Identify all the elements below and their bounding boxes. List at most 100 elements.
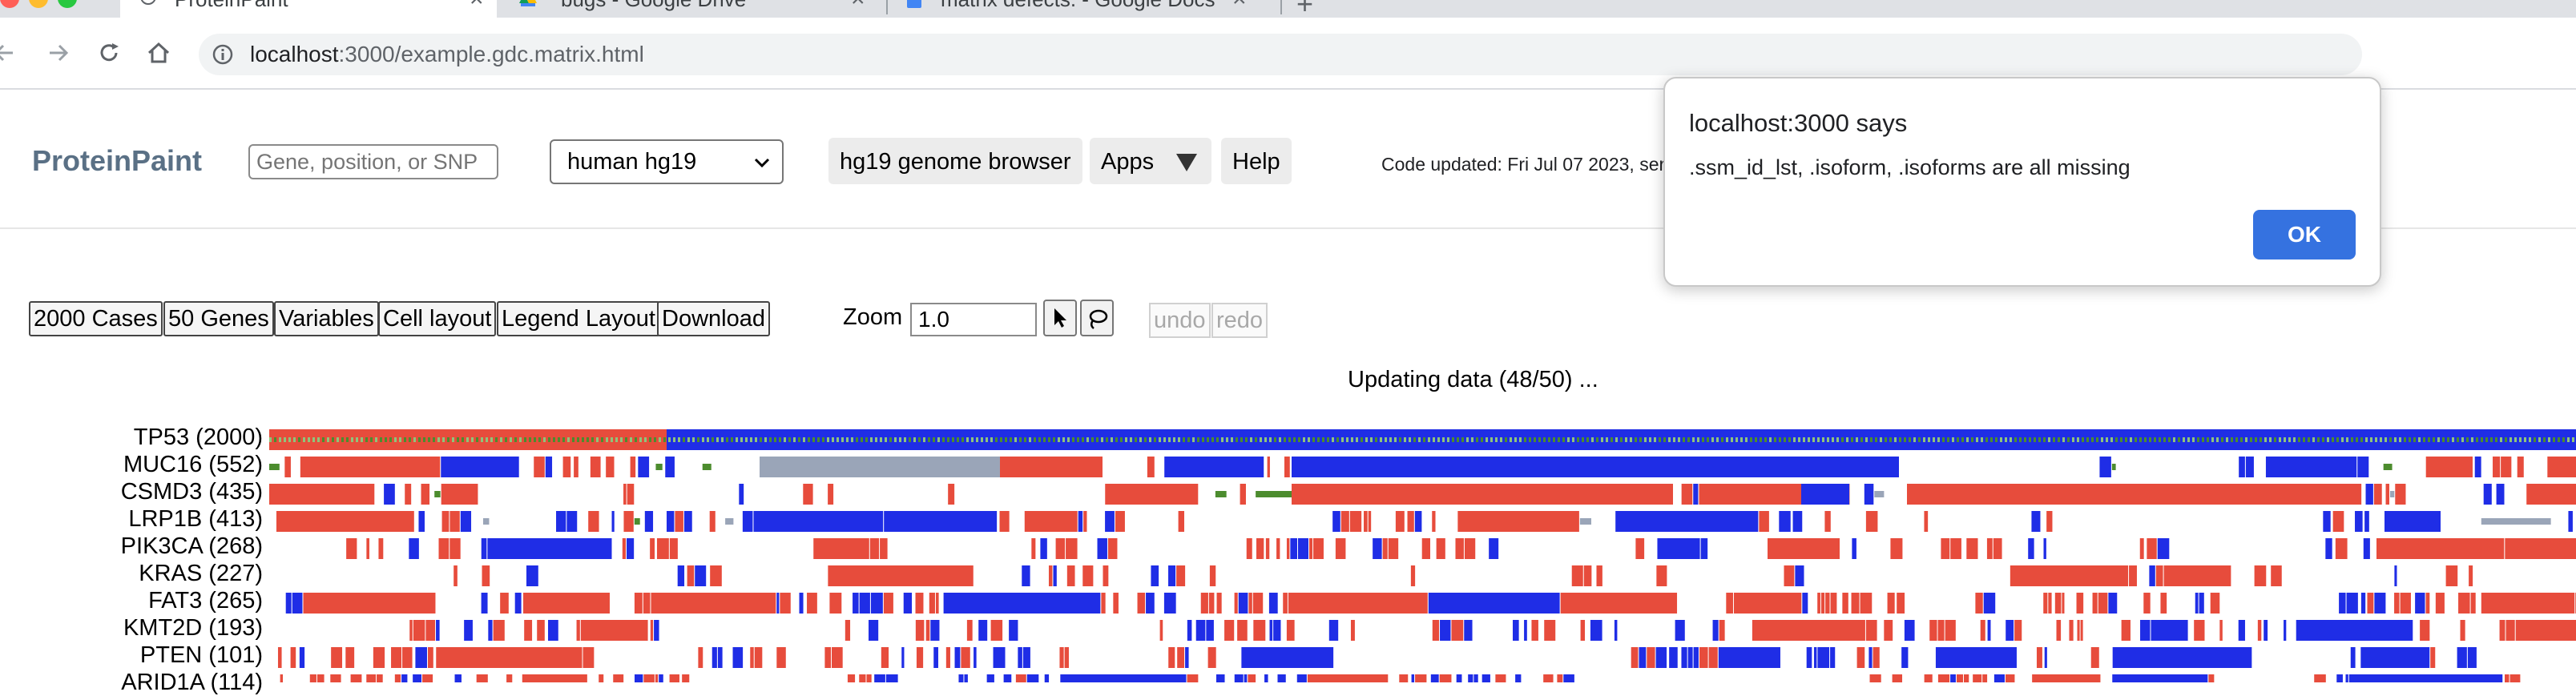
matrix-cell[interactable] [1250, 437, 1252, 442]
matrix-cell[interactable] [625, 437, 627, 442]
matrix-cell[interactable] [2149, 565, 2155, 586]
matrix-cell[interactable] [2481, 437, 2483, 442]
matrix-cell[interactable] [630, 457, 636, 477]
matrix-cell[interactable] [425, 620, 436, 641]
matrix-cell[interactable] [1407, 511, 1414, 532]
matrix-cell[interactable] [1356, 437, 1358, 442]
row-label-kmt2d[interactable]: KMT2D (193) [0, 615, 263, 642]
matrix-cell[interactable] [1168, 647, 1175, 668]
help-button[interactable]: Help [1221, 138, 1292, 184]
matrix-cell[interactable] [1432, 511, 1436, 532]
matrix-cell[interactable] [529, 437, 531, 442]
matrix-cell[interactable] [615, 437, 618, 442]
matrix-cell[interactable] [2332, 437, 2334, 442]
matrix-cell[interactable] [2044, 647, 2047, 668]
matrix-cell[interactable] [2067, 437, 2070, 442]
matrix-cell[interactable] [731, 437, 733, 442]
matrix-cell[interactable] [1040, 538, 1047, 559]
matrix-cell[interactable] [1586, 437, 1589, 442]
matrix-cell[interactable] [277, 647, 282, 668]
matrix-cell[interactable] [611, 437, 613, 442]
matrix-cell[interactable] [2101, 437, 2103, 442]
matrix-cell[interactable] [1802, 593, 1808, 614]
matrix-cell[interactable] [1029, 437, 1031, 442]
matrix-cell[interactable] [822, 437, 824, 442]
matrix-cell[interactable] [1686, 511, 1737, 532]
matrix-cell[interactable] [1226, 437, 1228, 442]
matrix-cell[interactable] [692, 437, 695, 442]
matrix-cell[interactable] [2335, 538, 2348, 559]
matrix-cell[interactable] [1237, 620, 1248, 641]
matrix-cell[interactable] [1256, 538, 1264, 559]
matrix-cell[interactable] [695, 565, 707, 586]
matrix-cell[interactable] [1296, 674, 1307, 682]
matrix-cell[interactable] [2048, 593, 2052, 614]
matrix-cell[interactable] [1183, 437, 1185, 442]
matrix-cell[interactable] [2524, 437, 2526, 442]
matrix-cell[interactable] [441, 484, 478, 505]
matrix-cell[interactable] [2474, 457, 2481, 477]
matrix-cell[interactable] [493, 620, 505, 641]
matrix-cell[interactable] [1466, 437, 1469, 442]
matrix-cell[interactable] [1832, 437, 1834, 442]
matrix-cell[interactable] [1284, 437, 1286, 442]
matrix-cell[interactable] [2245, 437, 2247, 442]
matrix-cell[interactable] [1279, 437, 1281, 442]
matrix-cell[interactable] [1982, 674, 1988, 682]
matrix-cell[interactable] [1244, 674, 1248, 682]
matrix-cell[interactable] [288, 437, 291, 442]
matrix-cell[interactable] [774, 437, 776, 442]
matrix-cell[interactable] [1808, 437, 1810, 442]
matrix-cell[interactable] [1176, 565, 1186, 586]
matrix-cell[interactable] [574, 457, 578, 477]
matrix-cell[interactable] [1987, 620, 1991, 641]
cases-button[interactable]: 2000 Cases [29, 301, 163, 336]
matrix-cell[interactable] [1942, 437, 1945, 442]
matrix-cell[interactable] [2288, 437, 2291, 442]
matrix-cell[interactable] [1349, 511, 1362, 532]
matrix-cell[interactable] [764, 437, 767, 442]
matrix-cell[interactable] [1869, 647, 1873, 668]
matrix-cell[interactable] [2197, 437, 2199, 442]
matrix-cell[interactable] [1409, 437, 1411, 442]
matrix-cell[interactable] [1887, 593, 1895, 614]
matrix-cell[interactable] [745, 437, 748, 442]
matrix-cell[interactable] [1298, 437, 1300, 442]
matrix-cell[interactable] [654, 437, 656, 442]
matrix-cell[interactable] [514, 593, 522, 614]
matrix-cell[interactable] [2036, 647, 2042, 668]
matrix-cell[interactable] [1856, 647, 1865, 668]
matrix-cell[interactable] [1657, 538, 1700, 559]
matrix-cell[interactable] [1312, 437, 1315, 442]
matrix-cell[interactable] [780, 593, 791, 614]
matrix-cell[interactable] [1482, 674, 1490, 682]
row-label-kras[interactable]: KRAS (227) [0, 561, 263, 587]
matrix-cell[interactable] [1582, 437, 1584, 442]
matrix-cell[interactable] [712, 647, 717, 668]
matrix-cell[interactable] [1687, 437, 1690, 442]
matrix-cell[interactable] [1421, 538, 1431, 559]
matrix-cell[interactable] [1945, 620, 1956, 641]
matrix-cell[interactable] [644, 437, 647, 442]
matrix-cell[interactable] [1755, 437, 1757, 442]
matrix-cell[interactable] [753, 511, 884, 532]
matrix-cell[interactable] [845, 620, 851, 641]
matrix-cell[interactable] [1195, 620, 1206, 641]
matrix-cell[interactable] [2210, 593, 2220, 614]
matrix-cell[interactable] [884, 511, 998, 532]
matrix-cell[interactable] [1410, 565, 1416, 586]
matrix-cell[interactable] [300, 457, 441, 477]
matrix-cell[interactable] [861, 437, 863, 442]
matrix-cell[interactable] [1430, 674, 1439, 682]
matrix-cell[interactable] [643, 593, 651, 614]
info-icon[interactable] [212, 43, 234, 66]
matrix-cell[interactable] [2043, 538, 2046, 559]
genes-button[interactable]: 50 Genes [163, 301, 274, 336]
matrix-cell[interactable] [1830, 647, 1836, 668]
matrix-cell[interactable] [269, 484, 375, 505]
matrix-cell[interactable] [1361, 437, 1363, 442]
matrix-cell[interactable] [1113, 593, 1119, 614]
matrix-cell[interactable] [401, 674, 408, 682]
zoom-input[interactable] [910, 303, 1037, 336]
matrix-cell[interactable] [1639, 647, 1647, 668]
